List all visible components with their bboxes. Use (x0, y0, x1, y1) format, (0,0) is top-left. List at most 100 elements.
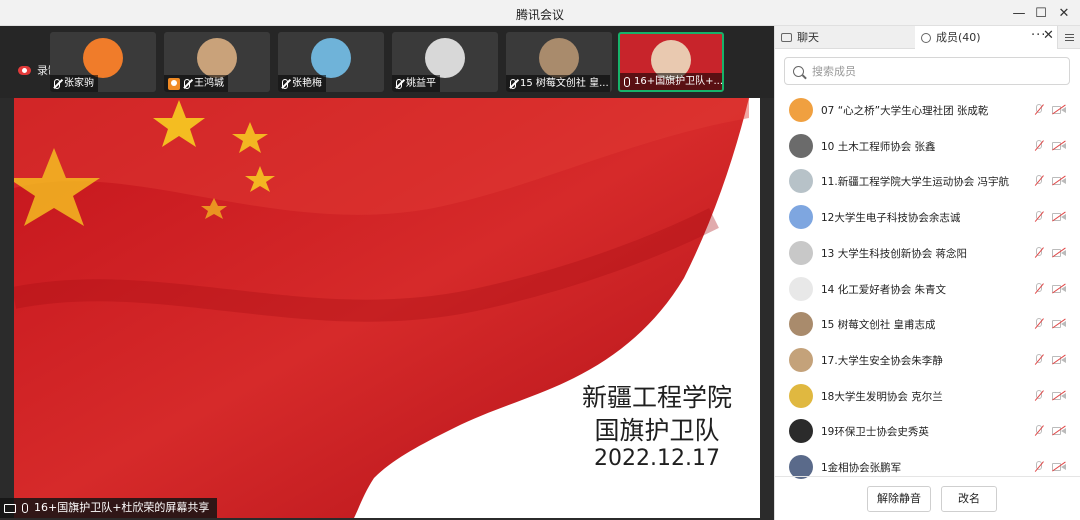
member-row[interactable]: 11.新疆工程学院大学生运动协会 冯宇航 (775, 163, 1080, 199)
member-name: 18大学生发明协会 克尔兰 (821, 390, 943, 403)
close-button[interactable]: ✕ (1053, 3, 1075, 23)
mic-icon (22, 503, 28, 513)
window-title: 腾讯会议 (515, 8, 564, 22)
member-row[interactable]: 19环保卫士协会史秀英 (775, 413, 1080, 449)
camera-off-icon[interactable] (1052, 354, 1066, 365)
rename-button[interactable]: 改名 (941, 486, 997, 512)
camera-off-icon[interactable] (1052, 211, 1066, 222)
member-row[interactable]: 07 “心之桥”大学生心理社团 张成乾 (775, 92, 1080, 128)
member-row[interactable]: 13 大学生科技创新协会 蒋念阳 (775, 235, 1080, 271)
member-row[interactable]: 17.大学生安全协会朱李静 (775, 342, 1080, 378)
mic-muted-icon[interactable] (1034, 425, 1045, 437)
meeting-area: 录制中 张家驹 王鸿城 张艳梅 姚益平 15 树莓文创社 皇... 16+国旗护… (0, 26, 774, 520)
mic-muted-icon (282, 78, 288, 89)
camera-off-icon[interactable] (1052, 104, 1066, 115)
member-name: 11.新疆工程学院大学生运动协会 冯宇航 (821, 176, 1010, 189)
video-thumbnail[interactable]: 王鸿城 (164, 32, 270, 92)
mic-muted-icon[interactable] (1034, 139, 1045, 152)
video-thumbnail[interactable]: 15 树莓文创社 皇... (506, 32, 612, 92)
video-thumbnail[interactable]: 姚益平 (392, 32, 498, 92)
member-row[interactable]: 14 化工爱好者协会 朱青文 (775, 271, 1080, 307)
avatar (311, 38, 351, 78)
avatar (789, 419, 813, 444)
mic-muted-icon[interactable] (1034, 246, 1045, 259)
slide-date: 2022.12.17 (594, 446, 720, 471)
camera-off-icon[interactable] (1052, 247, 1066, 258)
avatar (789, 133, 813, 158)
participant-name: 15 树莓文创社 皇... (520, 78, 609, 89)
avatar (425, 38, 465, 78)
participant-name: 张艳梅 (292, 78, 322, 89)
member-row[interactable]: 10 土木工程师协会 张鑫 (775, 128, 1080, 164)
participant-name: 王鸿城 (194, 78, 224, 89)
slide-title-line1: 新疆工程学院 (581, 383, 732, 412)
members-panel: 聊天 成员(40) ··· ✕ 07 “心之桥”大学生心理社团 张成乾 10 土木… (774, 26, 1080, 520)
mic-muted-icon (396, 78, 402, 89)
mic-muted-icon (510, 78, 516, 89)
member-name: 14 化工爱好者协会 朱青文 (821, 283, 947, 296)
mic-muted-icon[interactable] (1034, 175, 1045, 187)
camera-off-icon[interactable] (1052, 175, 1066, 187)
video-thumbnail[interactable]: 张艳梅 (278, 32, 384, 92)
mic-muted-icon[interactable] (1034, 318, 1045, 330)
avatar (789, 169, 813, 194)
member-row[interactable]: 15 树莓文创社 皇甫志成 (775, 306, 1080, 342)
minimize-button[interactable]: — (1008, 3, 1030, 23)
avatar (197, 38, 237, 78)
avatar (789, 276, 813, 301)
avatar (83, 38, 123, 78)
screen-share-text: 16+国旗护卫队+杜欣荣的屏幕共享 (34, 501, 210, 514)
slide-title-line2: 国旗护卫队 (594, 416, 720, 445)
title-bar: 腾讯会议 — ☐ ✕ (0, 0, 1080, 26)
panel-tabs: 聊天 成员(40) ··· ✕ (775, 26, 1080, 49)
video-thumbnail[interactable]: 张家驹 (50, 32, 156, 92)
maximize-button[interactable]: ☐ (1030, 3, 1052, 23)
member-name: 1金相协会张鹏军 (821, 462, 902, 474)
unmute-button[interactable]: 解除静音 (867, 486, 931, 512)
screen-share-icon (4, 503, 16, 513)
avatar (539, 38, 579, 78)
chat-icon (781, 33, 792, 42)
search-icon (793, 65, 804, 77)
video-thumbnail-bar: 录制中 张家驹 王鸿城 张艳梅 姚益平 15 树莓文创社 皇... 16+国旗护… (0, 26, 774, 98)
member-row[interactable]: 18大学生发明协会 克尔兰 (775, 378, 1080, 414)
mic-icon (624, 76, 630, 87)
panel-bottom-bar: 解除静音 改名 (775, 476, 1080, 520)
close-panel-icon[interactable]: ✕ (1043, 28, 1054, 43)
camera-off-icon[interactable] (1052, 390, 1066, 401)
mic-muted-icon[interactable] (1034, 461, 1045, 473)
mic-muted-icon[interactable] (1034, 353, 1045, 366)
search-input[interactable] (812, 64, 1042, 78)
avatar (789, 383, 813, 408)
mic-muted-icon[interactable] (1034, 104, 1045, 116)
member-search (784, 57, 1070, 85)
host-person-icon (168, 77, 180, 90)
member-row[interactable]: 12大学生电子科技协会余志诚 (775, 199, 1080, 235)
video-thumbnail-active[interactable]: 16+国旗护卫队+... (618, 32, 724, 92)
panel-menu-icon[interactable] (1057, 26, 1080, 49)
participant-name: 姚益平 (406, 78, 436, 89)
member-name: 12大学生电子科技协会余志诚 (821, 212, 961, 225)
screen-share-label: 16+国旗护卫队+杜欣荣的屏幕共享 (0, 498, 218, 518)
member-name: 15 树莓文创社 皇甫志成 (821, 319, 936, 332)
tab-chat[interactable]: 聊天 (775, 26, 915, 49)
camera-off-icon[interactable] (1052, 283, 1066, 294)
avatar (789, 98, 813, 122)
mic-muted-icon[interactable] (1034, 211, 1045, 223)
camera-off-icon[interactable] (1052, 461, 1066, 472)
camera-off-icon[interactable] (1052, 140, 1066, 151)
recording-icon (18, 65, 31, 75)
member-name: 13 大学生科技创新协会 蒋念阳 (821, 247, 968, 260)
avatar (789, 240, 813, 265)
mic-muted-icon (184, 78, 190, 89)
avatar (789, 205, 813, 230)
avatar (789, 312, 813, 337)
shared-screen[interactable]: 新疆工程学院 国旗护卫队 2022.12.17 (14, 98, 760, 518)
mic-muted-icon[interactable] (1034, 389, 1045, 402)
member-name: 10 土木工程师协会 张鑫 (821, 140, 936, 153)
camera-off-icon[interactable] (1052, 318, 1066, 330)
member-name: 17.大学生安全协会朱李静 (821, 354, 943, 367)
camera-off-icon[interactable] (1052, 425, 1066, 437)
mic-muted-icon[interactable] (1034, 282, 1045, 295)
participant-name: 16+国旗护卫队+... (634, 76, 724, 87)
